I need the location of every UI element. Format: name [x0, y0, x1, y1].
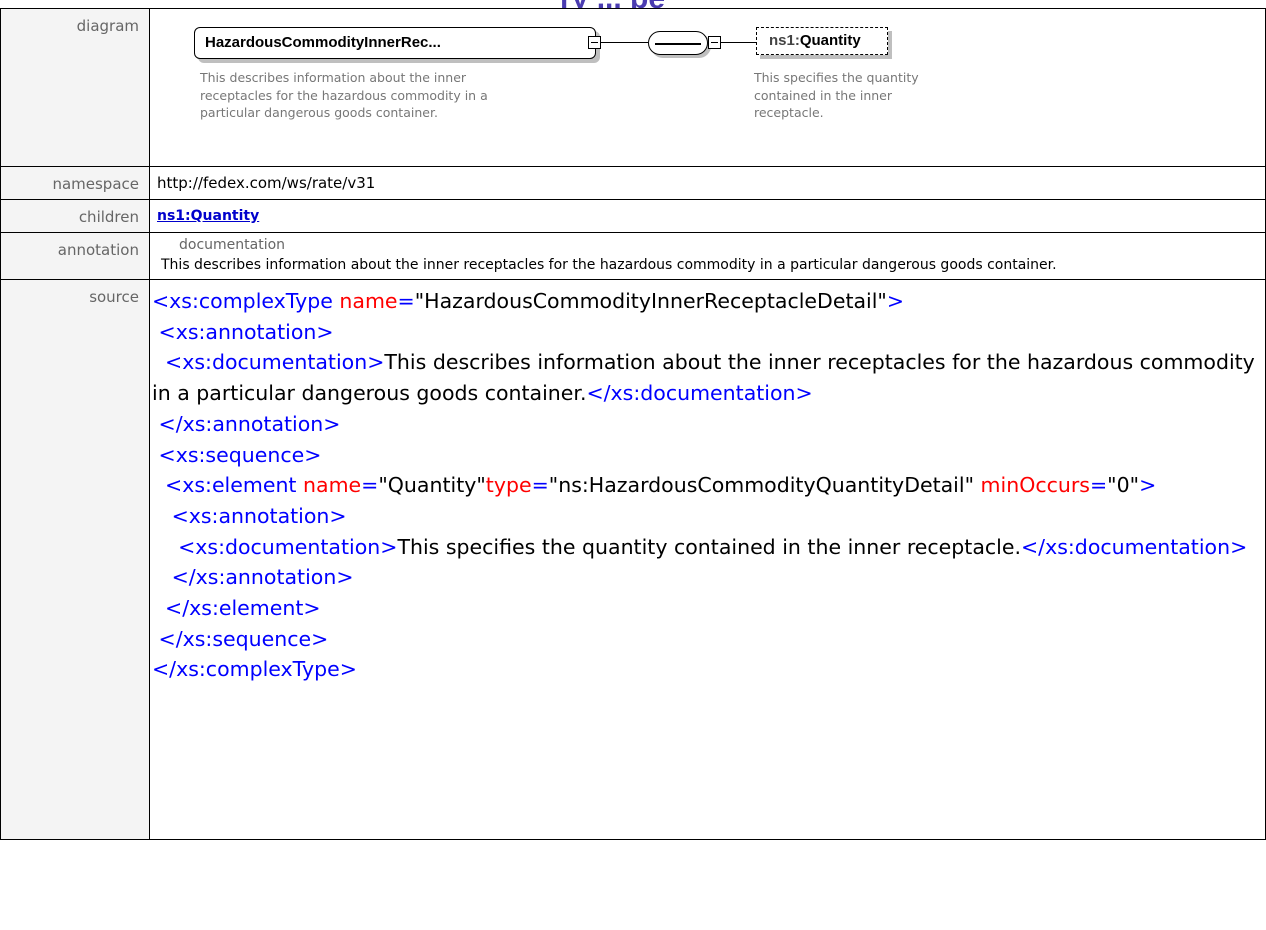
code-attr: minOccurs: [980, 473, 1090, 498]
code-tag: </xs:element: [165, 596, 304, 621]
desc-line: receptacles for the hazardous commodity …: [200, 87, 488, 103]
diagram-cell: HazardousCommodityInnerRec... ns1:Quanti…: [149, 8, 1266, 167]
code-tag: <xs:annotation: [158, 319, 317, 344]
code-eq: =: [361, 473, 379, 498]
desc-line: This describes information about the inn…: [200, 70, 467, 85]
code-gt: >: [323, 411, 341, 436]
desc-line: particular dangerous goods container.: [200, 105, 438, 120]
annotation-label: annotation: [0, 232, 150, 280]
code-tag: </xs:annotation: [158, 411, 324, 436]
code-tag: <xs:sequence: [158, 442, 305, 467]
page-title-fragment: ry ... pe: [560, 0, 1080, 8]
child-prefix: ns1:: [769, 32, 800, 49]
connector-line: [601, 42, 648, 43]
code-tag: </xs:complexType: [152, 657, 340, 682]
diagram-label: diagram: [0, 8, 150, 167]
code-attr: name: [339, 289, 398, 313]
code-tag: <xs:complexType: [152, 289, 333, 313]
code-value: "HazardousCommodityInnerReceptacleDetail…: [414, 289, 887, 313]
code-attr: type: [485, 473, 532, 498]
code-tag: </xs:documentation: [1021, 534, 1231, 559]
complex-type-description: This describes information about the inn…: [200, 69, 488, 122]
namespace-row: namespace http://fedex.com/ws/rate/v31: [0, 166, 1266, 200]
code-gt: >: [380, 534, 398, 559]
code-value: "0": [1107, 473, 1140, 498]
code-gt: >: [329, 503, 347, 528]
complex-type-box[interactable]: HazardousCommodityInnerRec...: [194, 27, 596, 59]
annotation-row: annotation documentation This describes …: [0, 232, 1266, 280]
source-code: <xs:complexType name="HazardousCommodity…: [150, 286, 1265, 685]
code-gt: >: [304, 442, 322, 467]
quantity-element-box[interactable]: ns1:Quantity: [756, 27, 888, 55]
connector-line-2: [721, 42, 756, 43]
code-gt: >: [886, 289, 905, 313]
code-value: "Quantity": [378, 473, 486, 498]
code-tag: </xs:annotation: [171, 565, 337, 590]
child-name: Quantity: [799, 32, 861, 49]
diagram-row: diagram HazardousCommodityInnerRec... ns…: [0, 8, 1266, 167]
code-text: This specifies the quantity contained in…: [397, 534, 1021, 559]
collapse-main-icon[interactable]: [588, 36, 601, 49]
code-gt: >: [1139, 473, 1157, 498]
code-tag: <xs:element: [165, 473, 297, 498]
code-attr: name: [303, 473, 362, 498]
code-gt: >: [311, 626, 329, 651]
child-link-quantity[interactable]: ns1:Quantity: [157, 208, 259, 224]
annotation-text: This describes information about the inn…: [161, 257, 1057, 273]
code-tag: <xs:documentation: [165, 350, 368, 375]
page-title-text: ry ... pe: [560, 0, 665, 8]
code-tag: </xs:sequence: [158, 626, 312, 651]
code-gt: >: [795, 381, 813, 406]
code-tag: <xs:annotation: [171, 503, 330, 528]
desc-line: This specifies the quantity: [754, 70, 919, 85]
code-gt: >: [367, 350, 385, 375]
children-label: children: [0, 199, 150, 233]
code-gt: >: [303, 596, 321, 621]
complex-type-name: HazardousCommodityInnerRec...: [205, 34, 441, 51]
code-gt: >: [316, 319, 334, 344]
annotation-heading: documentation: [179, 237, 286, 253]
collapse-sequence-icon[interactable]: [708, 36, 721, 49]
code-gt: >: [336, 565, 354, 590]
namespace-value: http://fedex.com/ws/rate/v31: [157, 174, 376, 192]
code-gt: >: [1230, 534, 1248, 559]
source-row: source <xs:complexType name="HazardousCo…: [0, 279, 1266, 840]
code-tag: </xs:documentation: [586, 381, 796, 406]
sequence-compositor[interactable]: [648, 31, 708, 55]
sequence-line-icon: [655, 43, 701, 45]
quantity-description: This specifies the quantity contained in…: [754, 69, 919, 122]
namespace-label: namespace: [0, 166, 150, 200]
code-eq: =: [531, 473, 549, 498]
code-eq: =: [397, 289, 415, 313]
code-eq: =: [1089, 473, 1108, 498]
source-label: source: [0, 279, 150, 840]
code-tag: <xs:documentation: [178, 534, 381, 559]
children-row: children ns1:Quantity: [0, 199, 1266, 233]
code-gt: >: [339, 657, 357, 682]
code-value: "ns:HazardousCommodityQuantityDetail": [548, 473, 975, 498]
element-documentation-table: diagram HazardousCommodityInnerRec... ns…: [0, 8, 1266, 840]
desc-line: contained in the inner: [754, 87, 893, 103]
desc-line: receptacle.: [754, 105, 824, 120]
schema-diagram: HazardousCommodityInnerRec... ns1:Quanti…: [157, 9, 1265, 165]
